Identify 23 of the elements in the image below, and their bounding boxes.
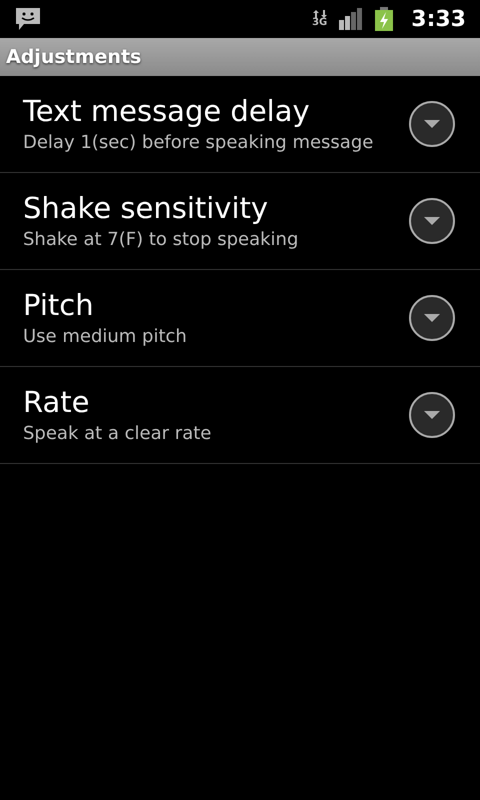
dropdown-icon[interactable] xyxy=(408,391,456,439)
settings-item[interactable]: Text message delay Delay 1(sec) before speaking message xyxy=(0,76,480,173)
signal-icon xyxy=(339,8,364,30)
setting-summary: Use medium pitch xyxy=(23,325,187,349)
dropdown-icon[interactable] xyxy=(408,100,456,148)
settings-item[interactable]: Pitch Use medium pitch xyxy=(0,270,480,367)
setting-title: Shake sensitivity xyxy=(23,190,270,227)
data-arrows-icon xyxy=(312,10,327,18)
dropdown-icon[interactable] xyxy=(408,294,456,342)
message-icon xyxy=(16,8,40,30)
clock: 3:33 xyxy=(411,6,466,32)
battery-charging-icon xyxy=(375,7,394,31)
settings-item[interactable]: Rate Speak at a clear rate xyxy=(0,367,480,464)
setting-title: Pitch xyxy=(23,287,95,324)
setting-summary: Shake at 7(F) to stop speaking xyxy=(23,228,298,252)
setting-title: Text message delay xyxy=(23,93,311,130)
network-type: 3G xyxy=(312,18,328,28)
screen-title: Adjustments xyxy=(6,46,142,68)
setting-title: Rate xyxy=(23,384,90,421)
setting-summary: Speak at a clear rate xyxy=(23,422,212,446)
dropdown-icon[interactable] xyxy=(408,197,456,245)
settings-item[interactable]: Shake sensitivity Shake at 7(F) to stop speaking xyxy=(0,173,480,270)
setting-summary: Delay 1(sec) before speaking message xyxy=(23,131,374,155)
